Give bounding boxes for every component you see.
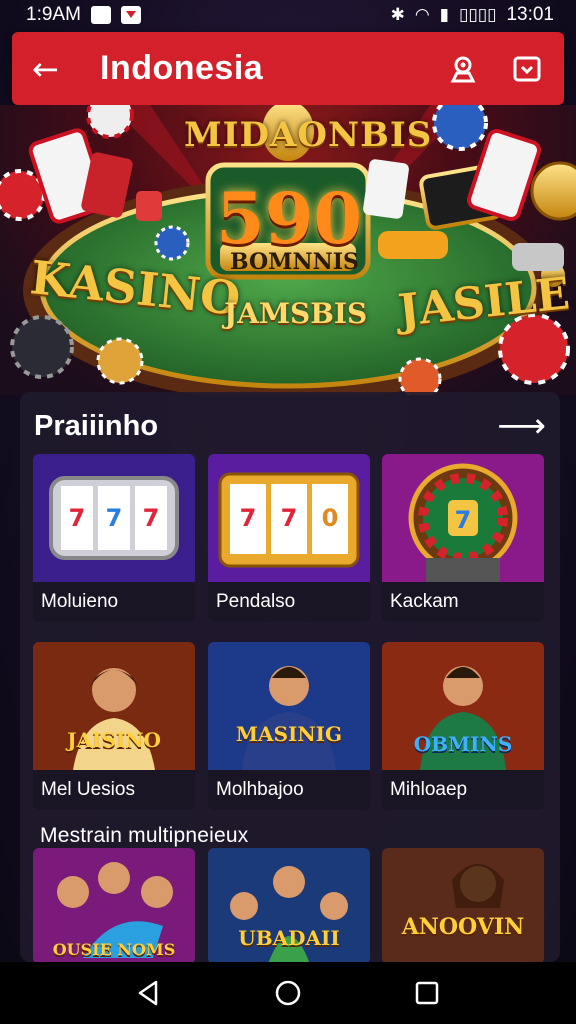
status-bar: 1:9AM ✱ ◠ ▮ ▯▯▯▯ 13:01 [0,0,576,30]
notification-app-icon [90,6,111,24]
casino-player-thumbnail: MASINIG [208,642,370,770]
home-circle-icon[interactable] [268,973,308,1013]
hero-top-title: MIDAONBIS [184,115,433,155]
game-card-label: Molhbajoo [208,770,370,810]
app-bar: ← Indonesia [12,32,564,105]
game-card[interactable]: OBMINS Mihloaep [382,642,544,810]
game-card-label: Kackam [382,582,544,622]
section-header: Praiiinho ⟶ [34,406,546,446]
hero-banner[interactable]: MIDAONBIS 590 BOMNNIS KASINO JAMSBIS JAS… [0,105,576,395]
card-art-text: ANOOVIN [401,914,525,940]
slot-machine-thumbnail: 7 7 0 [208,454,370,582]
hero-bonus-value: 590 [216,177,363,260]
recents-square-icon[interactable] [407,973,447,1013]
game-card[interactable]: JAISINO Mel Uesios [33,642,195,810]
game-card[interactable]: ANOOVIN [382,848,544,964]
svg-text:7: 7 [455,506,472,534]
woman-stage-thumbnail: ANOOVIN [382,848,544,964]
players-crowd-thumbnail: UBADAII [208,848,370,964]
game-card-label: Moluieno [33,582,195,622]
arrow-left-icon[interactable]: ← [32,50,72,88]
settings-badge-icon[interactable] [446,52,480,86]
status-right: ✱ ◠ ▮ ▯▯▯▯ 13:01 [391,4,554,26]
card-art-text: UBADAII [238,926,340,950]
group-players-thumbnail: OUSIE NOMS [33,848,195,964]
game-card-label: Mihloaep [382,770,544,810]
signal-icon: ▮ [439,5,450,25]
message-square-icon[interactable] [510,52,544,86]
arrow-right-icon[interactable]: ⟶ [497,406,546,446]
page-title: Indonesia [100,49,264,87]
card-art-text: OUSIE NOMS [52,940,176,959]
status-time-left: 1:9AM [26,4,81,25]
game-card[interactable]: MASINIG Molhbajoo [208,642,370,810]
slot-machine-thumbnail: 7 7 7 [33,454,195,582]
wifi-icon: ◠ [414,5,430,25]
sub-section-title: Mestrain multipneieux [40,824,249,847]
svg-text:7: 7 [240,504,257,532]
game-card[interactable]: 7 7 7 Moluieno [33,454,195,622]
svg-text:7: 7 [106,504,123,532]
card-art-text: MASINIG [235,722,343,746]
svg-text:0: 0 [322,504,339,532]
status-time-right: 13:01 [506,4,554,25]
svg-text:7: 7 [69,504,86,532]
bluetooth-icon: ✱ [390,5,405,25]
hero-center-title: JAMSBIS [224,297,368,330]
system-nav-bar [0,962,576,1024]
game-card[interactable]: UBADAII [208,848,370,964]
game-card[interactable]: 7 7 0 Pendalso [208,454,370,622]
game-card-label: Mel Uesios [33,770,195,810]
svg-text:7: 7 [143,504,160,532]
game-card[interactable]: OUSIE NOMS [33,848,195,964]
section-title: Praiiinho [34,409,159,442]
casino-host-thumbnail: JAISINO [33,642,195,770]
status-left: 1:9AM [26,4,141,26]
battery-icon: ▯▯▯▯ [459,5,497,25]
casino-player-thumbnail: OBMINS [382,642,544,770]
game-card-label: Pendalso [208,582,370,622]
hero-bonus-label: BOMNNIS [230,249,359,275]
card-art-text: OBMINS [413,732,513,756]
game-card[interactable]: 7 Kackam [382,454,544,622]
roulette-thumbnail: 7 [382,454,544,582]
svg-text:7: 7 [281,504,298,532]
card-art-text: JAISINO [67,728,161,752]
notification-youtube-icon [120,6,141,24]
back-triangle-icon[interactable] [129,973,169,1013]
